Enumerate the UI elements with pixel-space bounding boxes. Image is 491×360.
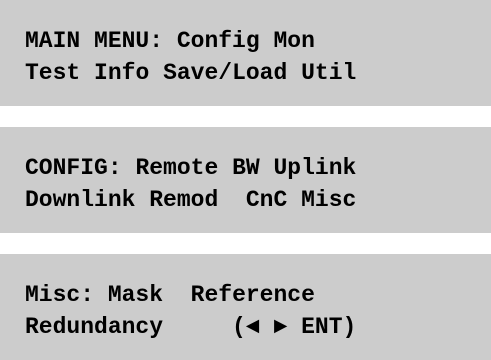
menu-option-downlink[interactable]: Downlink	[25, 187, 135, 213]
misc-menu-heading: Misc:	[25, 282, 95, 308]
right-arrow-icon[interactable]: ►	[273, 314, 287, 340]
main-menu-line-1: MAIN MENU: Config Mon	[25, 27, 315, 55]
config-menu-heading: CONFIG:	[25, 155, 122, 181]
menu-option-config[interactable]: Config	[177, 28, 260, 54]
menu-option-save-load[interactable]: Save/Load	[163, 60, 287, 86]
menu-option-info[interactable]: Info	[94, 60, 149, 86]
main-menu-line-2: Test Info Save/Load Util	[25, 59, 356, 87]
menu-option-remod[interactable]: Remod	[149, 187, 218, 213]
config-menu-line-2: Downlink Remod CnC Misc	[25, 186, 356, 214]
nav-hint: (◄ ► ENT)	[232, 314, 356, 340]
menu-option-remote[interactable]: Remote	[135, 155, 218, 181]
config-menu-line-1: CONFIG: Remote BW Uplink	[25, 154, 356, 182]
enter-key-label[interactable]: ENT	[301, 314, 342, 340]
menu-option-test[interactable]: Test	[25, 60, 80, 86]
menu-option-redundancy[interactable]: Redundancy	[25, 314, 163, 340]
nav-hint-open-paren: (	[232, 314, 246, 340]
menu-option-util[interactable]: Util	[301, 60, 356, 86]
misc-menu-panel: Misc: Mask Reference Redundancy (◄ ► ENT…	[0, 254, 491, 360]
menu-option-bw[interactable]: BW	[232, 155, 260, 181]
config-menu-panel: CONFIG: Remote BW Uplink Downlink Remod …	[0, 127, 491, 233]
menu-option-mon[interactable]: Mon	[273, 28, 314, 54]
menu-option-cnc[interactable]: CnC	[246, 187, 287, 213]
nav-hint-close-paren: )	[342, 314, 357, 340]
menu-option-misc[interactable]: Misc	[301, 187, 356, 213]
menu-option-reference[interactable]: Reference	[191, 282, 315, 308]
misc-menu-line-2: Redundancy (◄ ► ENT)	[25, 313, 356, 341]
main-menu-panel: MAIN MENU: Config Mon Test Info Save/Loa…	[0, 0, 491, 106]
menu-option-uplink[interactable]: Uplink	[274, 155, 357, 181]
misc-menu-line-1: Misc: Mask Reference	[25, 281, 315, 309]
left-arrow-icon[interactable]: ◄	[246, 314, 260, 340]
menu-option-mask[interactable]: Mask	[108, 282, 163, 308]
main-menu-heading: MAIN MENU:	[25, 28, 164, 54]
